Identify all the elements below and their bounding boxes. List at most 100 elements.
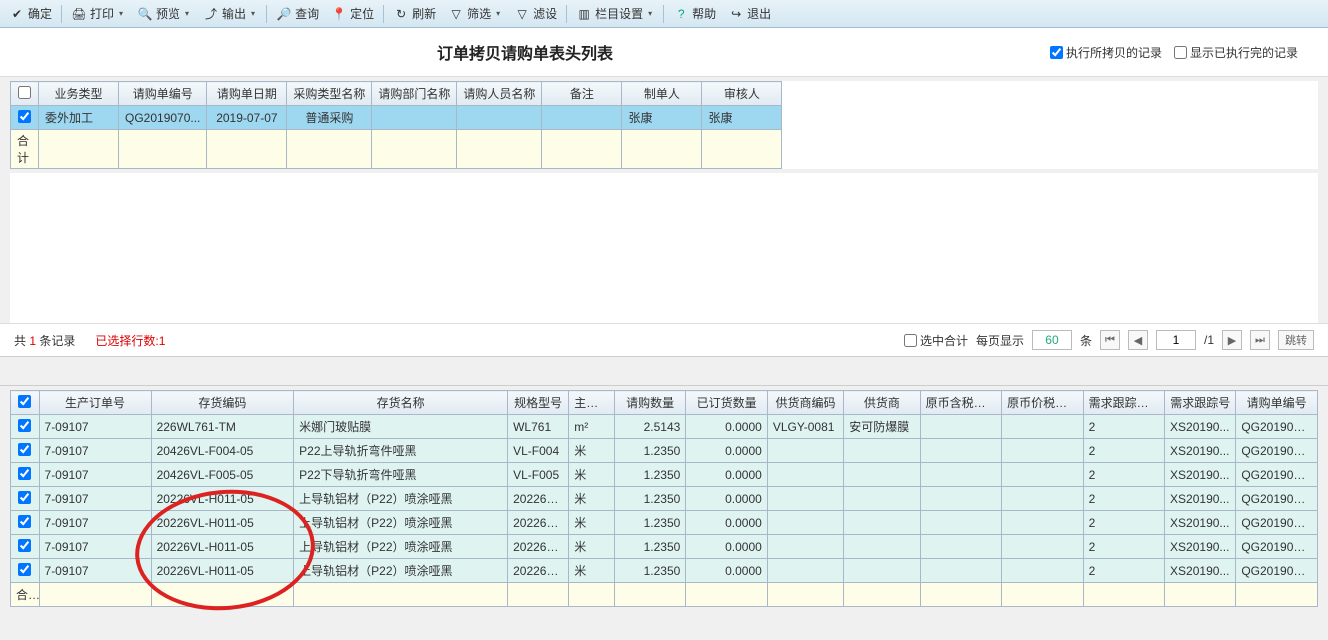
row-checkbox[interactable] <box>11 511 40 535</box>
funnel-icon: ▽ <box>448 6 464 22</box>
filterset-button[interactable]: ▽滤设 <box>509 2 562 25</box>
column-header[interactable]: 原币价税合计 <box>1002 391 1083 415</box>
column-header[interactable]: 业务类型 <box>39 82 119 106</box>
cell: XS20190... <box>1165 415 1236 439</box>
cell: 上导轨铝材（P22）喷涂哑黑 <box>294 511 508 535</box>
column-header[interactable]: 制单人 <box>622 82 702 106</box>
refresh-button[interactable]: ↻刷新 <box>388 2 441 25</box>
filter-button[interactable]: ▽筛选▾ <box>443 2 507 25</box>
locate-button[interactable]: 📍定位 <box>326 2 379 25</box>
cell: 7-09107 <box>39 463 151 487</box>
cell: 米 <box>569 535 615 559</box>
total-row: 合计 <box>11 583 1318 607</box>
column-header[interactable]: 规格型号 <box>508 391 569 415</box>
header-table[interactable]: 业务类型请购单编号请购单日期采购类型名称请购部门名称请购人员名称备注制单人审核人… <box>10 81 782 169</box>
column-header[interactable]: 供货商 <box>844 391 920 415</box>
cell <box>1002 511 1083 535</box>
detail-grid: 生产订单号存货编码存货名称规格型号主计量请购数量已订货数量供货商编码供货商原币含… <box>10 390 1318 607</box>
row-checkbox[interactable] <box>11 559 40 583</box>
cell: 米娜门玻贴膜 <box>294 415 508 439</box>
column-header[interactable]: 请购数量 <box>615 391 686 415</box>
cell <box>920 535 1001 559</box>
select-all-checkbox[interactable] <box>11 391 40 415</box>
table-row[interactable]: 7-0910720426VL-F005-05P22下导轨折弯件哑黑VL-F005… <box>11 463 1318 487</box>
select-all-checkbox[interactable] <box>11 82 39 106</box>
row-checkbox[interactable] <box>11 487 40 511</box>
column-header[interactable]: 原币含税单价 <box>920 391 1001 415</box>
cell: QG2019070... <box>119 106 207 130</box>
row-checkbox[interactable] <box>11 415 40 439</box>
cell <box>844 487 920 511</box>
cell: 上导轨铝材（P22）喷涂哑黑 <box>294 559 508 583</box>
column-header[interactable]: 已订货数量 <box>686 391 767 415</box>
table-row[interactable]: 7-0910720226VL-H011-05上导轨铝材（P22）喷涂哑黑2022… <box>11 511 1318 535</box>
selected-sum-checkbox[interactable]: 选中合计 <box>904 332 968 349</box>
cell: 1.2350 <box>615 487 686 511</box>
table-row[interactable]: 7-09107226WL761-TM米娜门玻贴膜WL761m²2.51430.0… <box>11 415 1318 439</box>
cell: 2 <box>1083 463 1164 487</box>
cell: 7-09107 <box>39 487 151 511</box>
prev-page-button[interactable]: ◀ <box>1128 330 1148 350</box>
column-header[interactable]: 生产订单号 <box>39 391 151 415</box>
page-num-input[interactable] <box>1156 330 1196 350</box>
show-executed-checkbox[interactable]: 显示已执行完的记录 <box>1174 44 1298 61</box>
column-header[interactable]: 主计量 <box>569 391 615 415</box>
table-row[interactable]: 7-0910720226VL-H011-05上导轨铝材（P22）喷涂哑黑2022… <box>11 559 1318 583</box>
jump-button[interactable]: 跳转 <box>1278 330 1314 350</box>
cell <box>1002 487 1083 511</box>
column-header[interactable]: 存货编码 <box>151 391 294 415</box>
column-header[interactable]: 请购人员名称 <box>457 82 542 106</box>
chevron-down-icon: ▾ <box>117 6 125 22</box>
cell: 0.0000 <box>686 415 767 439</box>
first-page-button[interactable]: ⏮ <box>1100 330 1120 350</box>
column-header[interactable]: 采购类型名称 <box>287 82 372 106</box>
colset-button[interactable]: ▥栏目设置▾ <box>571 2 659 25</box>
table-row[interactable]: 7-0910720426VL-F004-05P22上导轨折弯件哑黑VL-F004… <box>11 439 1318 463</box>
status-bar: 共 1 条记录 已选择行数:1 选中合计 每页显示 条 ⏮ ◀ /1 ▶ ⏭ 跳… <box>0 323 1328 356</box>
help-button[interactable]: ?帮助 <box>668 2 721 25</box>
column-header[interactable]: 请购单编号 <box>119 82 207 106</box>
cell: 7-09107 <box>39 415 151 439</box>
per-page-input[interactable] <box>1032 330 1072 350</box>
table-row[interactable]: 7-0910720226VL-H011-05上导轨铝材（P22）喷涂哑黑2022… <box>11 487 1318 511</box>
next-page-button[interactable]: ▶ <box>1222 330 1242 350</box>
cell: QG2019070... <box>1236 559 1318 583</box>
column-header[interactable]: 请购单日期 <box>207 82 287 106</box>
export-icon: ⤴ <box>203 6 219 22</box>
preview-button[interactable]: 🔍预览▾ <box>132 2 196 25</box>
cell <box>1002 559 1083 583</box>
cell: QG2019070... <box>1236 487 1318 511</box>
row-checkbox[interactable] <box>11 439 40 463</box>
column-header[interactable]: 需求跟踪行号 <box>1083 391 1164 415</box>
cell: 0.0000 <box>686 511 767 535</box>
cell <box>542 106 622 130</box>
cell: 7-09107 <box>39 559 151 583</box>
column-header[interactable]: 需求跟踪号 <box>1165 391 1236 415</box>
table-row[interactable]: 委外加工QG2019070...2019-07-07普通采购张康张康 <box>11 106 782 130</box>
export-button[interactable]: ⤴输出▾ <box>198 2 262 25</box>
column-header[interactable]: 审核人 <box>702 82 782 106</box>
row-checkbox[interactable] <box>11 463 40 487</box>
help-icon: ? <box>673 6 689 22</box>
column-header[interactable]: 请购单编号 <box>1236 391 1318 415</box>
column-header[interactable]: 请购部门名称 <box>372 82 457 106</box>
column-header[interactable]: 供货商编码 <box>767 391 843 415</box>
exit-button[interactable]: ↪退出 <box>723 2 776 25</box>
last-page-button[interactable]: ⏭ <box>1250 330 1270 350</box>
cell: 7-09107 <box>39 535 151 559</box>
exec-copied-checkbox[interactable]: 执行所拷贝的记录 <box>1050 44 1162 61</box>
cell: XS20190... <box>1165 559 1236 583</box>
ok-button[interactable]: ✔确定 <box>4 2 57 25</box>
row-checkbox[interactable] <box>11 106 39 130</box>
row-checkbox[interactable] <box>11 535 40 559</box>
column-header[interactable]: 备注 <box>542 82 622 106</box>
cell <box>920 439 1001 463</box>
printer-icon: 🖨 <box>71 6 87 22</box>
total-row: 合计 <box>11 130 782 169</box>
column-header[interactable]: 存货名称 <box>294 391 508 415</box>
print-button[interactable]: 🖨打印▾ <box>66 2 130 25</box>
cell <box>457 106 542 130</box>
query-button[interactable]: 🔎查询 <box>271 2 324 25</box>
detail-table[interactable]: 生产订单号存货编码存货名称规格型号主计量请购数量已订货数量供货商编码供货商原币含… <box>10 390 1318 607</box>
table-row[interactable]: 7-0910720226VL-H011-05上导轨铝材（P22）喷涂哑黑2022… <box>11 535 1318 559</box>
